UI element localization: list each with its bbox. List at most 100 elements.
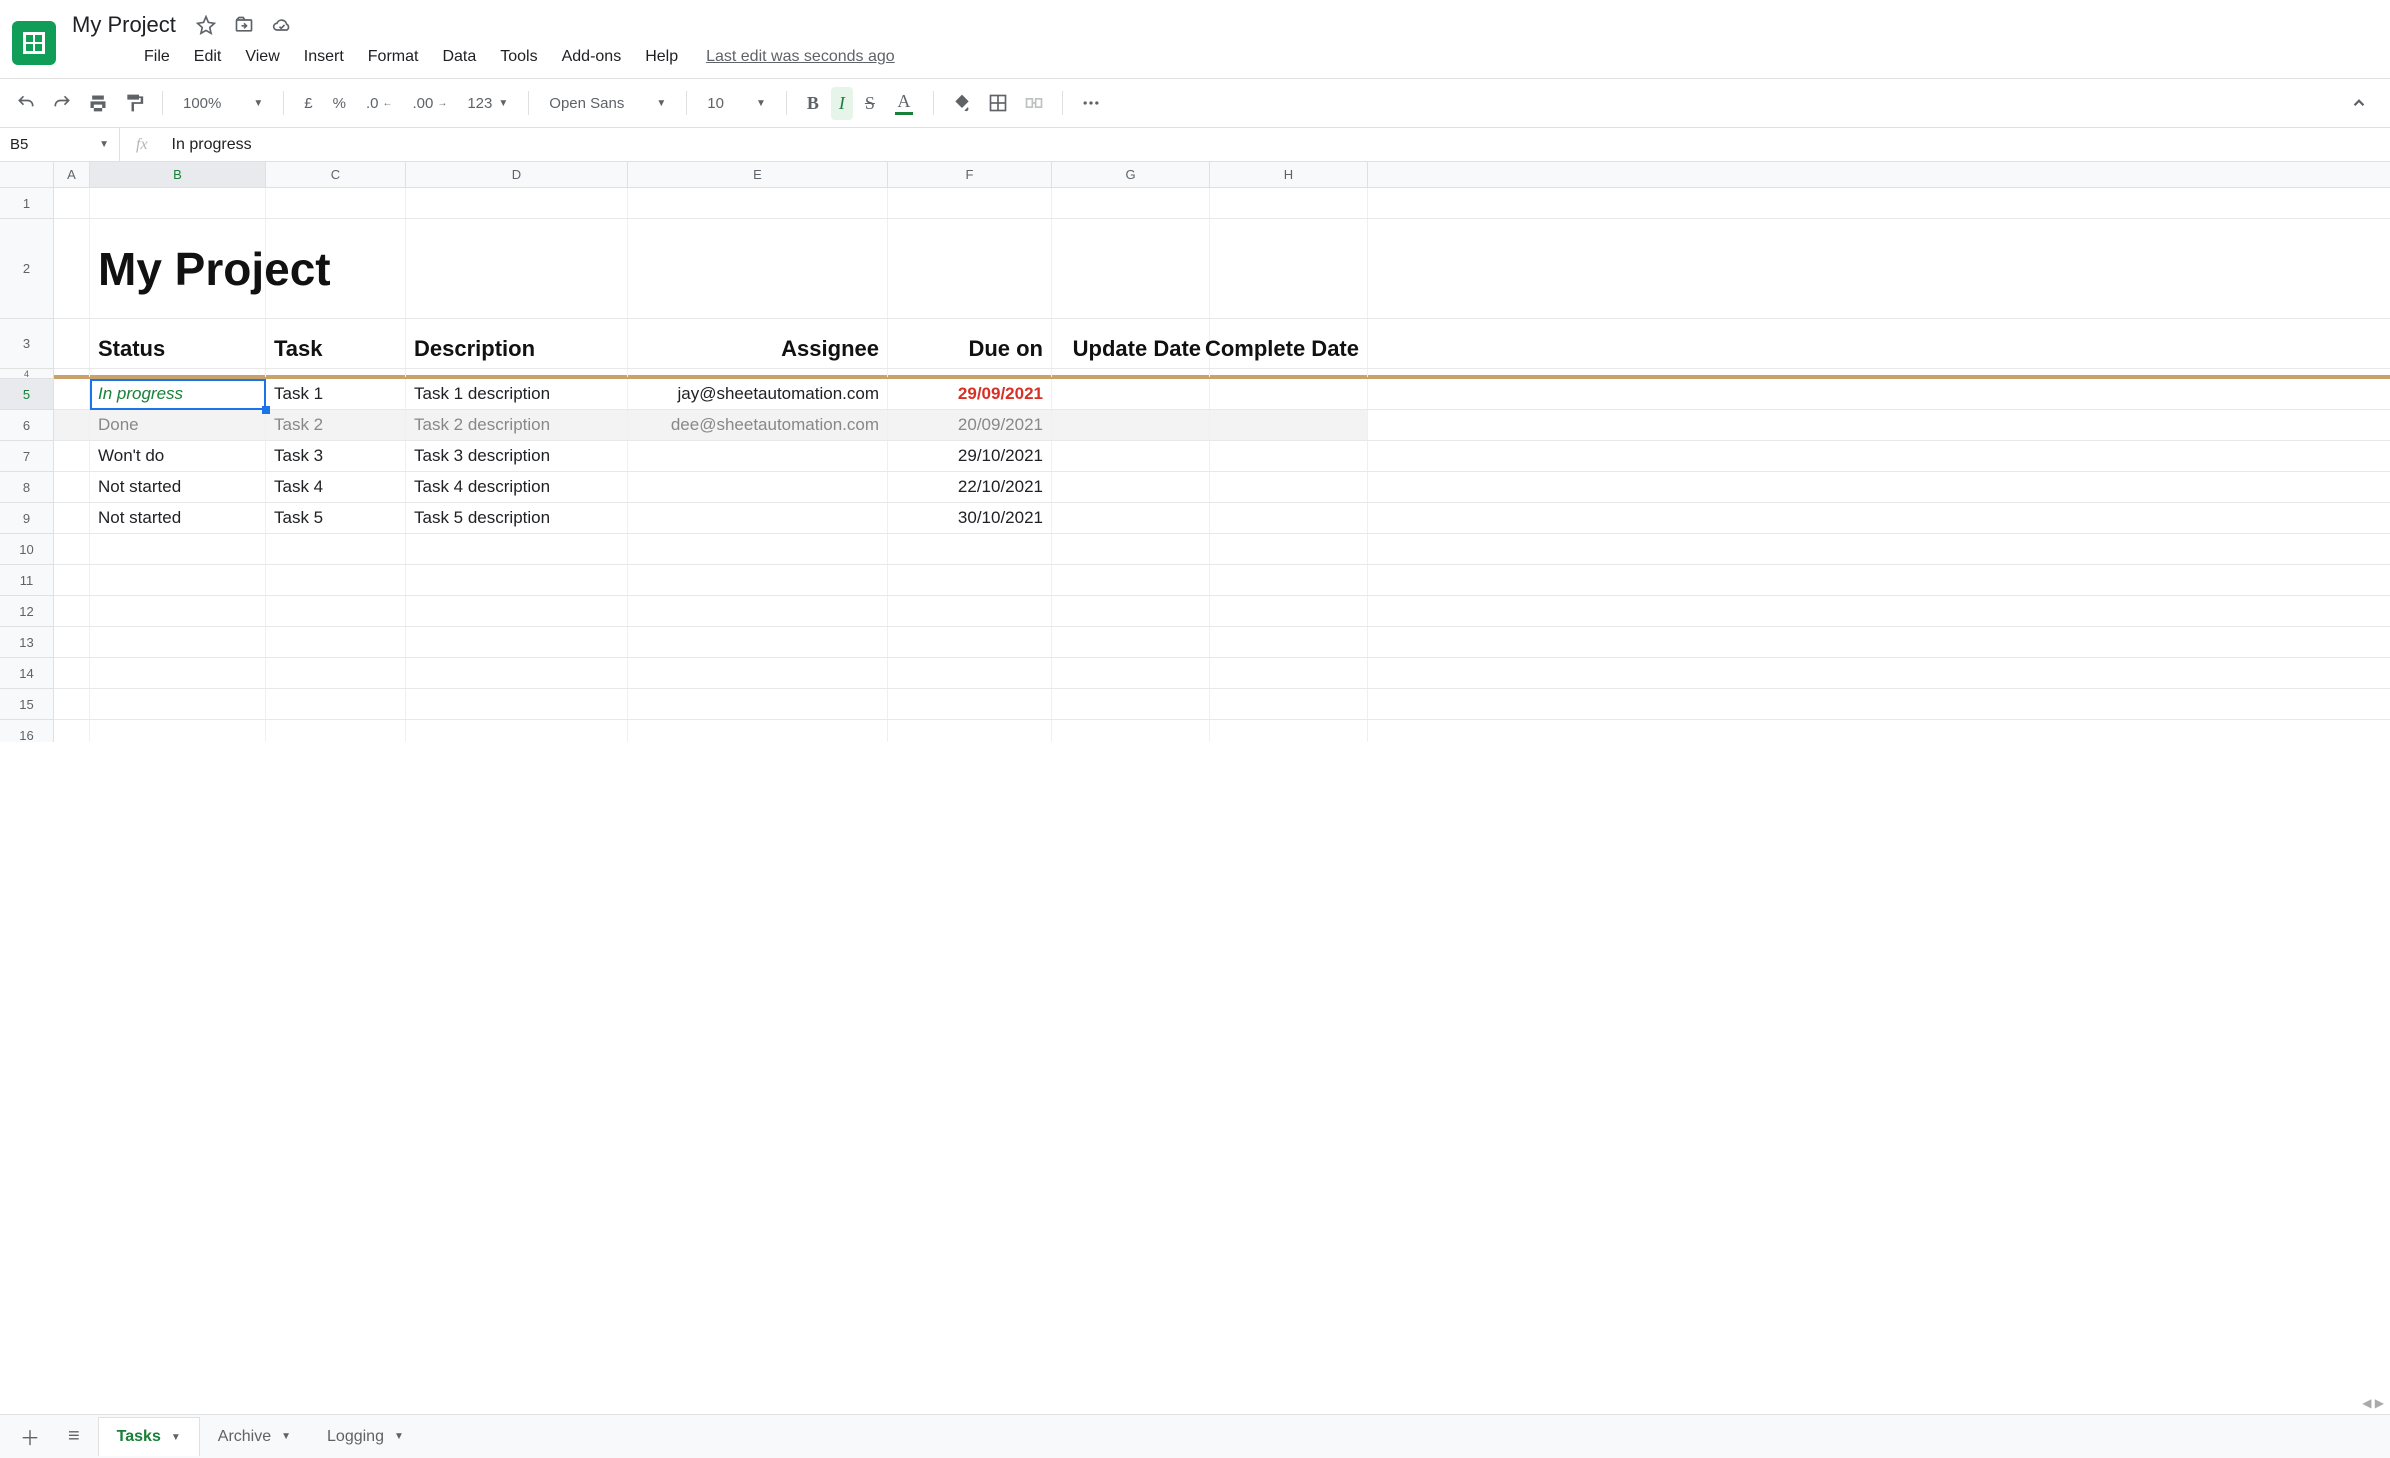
cell[interactable]: Task 3 description — [406, 441, 628, 471]
cell[interactable] — [54, 219, 90, 318]
cell[interactable] — [1210, 596, 1368, 626]
cell[interactable] — [406, 596, 628, 626]
cell[interactable] — [1052, 410, 1210, 440]
sheet-tab-archive[interactable]: Archive▼ — [200, 1417, 309, 1456]
cell[interactable] — [90, 689, 266, 719]
cell[interactable]: Task 1 — [266, 379, 406, 409]
italic-button[interactable]: I — [831, 87, 853, 120]
increase-decimal-button[interactable]: .00→ — [404, 89, 455, 118]
cell[interactable] — [266, 188, 406, 218]
menu-view[interactable]: View — [235, 44, 289, 70]
col-header-d[interactable]: D — [406, 162, 628, 187]
cell[interactable] — [1052, 441, 1210, 471]
cell[interactable]: Not started — [90, 503, 266, 533]
cell[interactable] — [266, 534, 406, 564]
cell[interactable]: Task 5 description — [406, 503, 628, 533]
cell[interactable] — [1052, 596, 1210, 626]
sheets-logo[interactable] — [12, 21, 56, 65]
header-description[interactable]: Description — [406, 319, 628, 368]
header-update-date[interactable]: Update Date — [1052, 319, 1210, 368]
row-header-8[interactable]: 8 — [0, 472, 53, 503]
zoom-select[interactable]: 100%▼ — [175, 91, 271, 116]
cell[interactable] — [406, 627, 628, 657]
header-status[interactable]: Status — [90, 319, 266, 368]
cell[interactable] — [54, 410, 90, 440]
row-header-10[interactable]: 10 — [0, 534, 53, 565]
cell[interactable] — [54, 627, 90, 657]
menu-insert[interactable]: Insert — [294, 44, 354, 70]
cell[interactable] — [888, 627, 1052, 657]
cell[interactable] — [628, 503, 888, 533]
cell[interactable] — [406, 689, 628, 719]
header-complete-date[interactable]: Complete Date — [1210, 319, 1368, 368]
col-header-b[interactable]: B — [90, 162, 266, 187]
cloud-status-icon[interactable] — [272, 15, 292, 35]
cell[interactable]: Won't do — [90, 441, 266, 471]
cell[interactable] — [54, 379, 90, 409]
cell[interactable] — [1052, 658, 1210, 688]
row-header-14[interactable]: 14 — [0, 658, 53, 689]
cell[interactable]: 22/10/2021 — [888, 472, 1052, 502]
cell[interactable] — [888, 534, 1052, 564]
cell[interactable] — [1052, 534, 1210, 564]
cell[interactable] — [54, 565, 90, 595]
cell[interactable] — [1052, 565, 1210, 595]
row-header-7[interactable]: 7 — [0, 441, 53, 472]
name-box[interactable]: B5 ▼ — [0, 128, 120, 161]
row-header-9[interactable]: 9 — [0, 503, 53, 534]
formula-input[interactable] — [164, 136, 2390, 154]
cell[interactable] — [628, 441, 888, 471]
cell[interactable] — [1052, 219, 1210, 318]
cell[interactable]: Task 5 — [266, 503, 406, 533]
cell[interactable] — [1210, 503, 1368, 533]
cell[interactable]: Task 1 description — [406, 379, 628, 409]
document-title[interactable]: My Project — [66, 8, 182, 42]
menu-help[interactable]: Help — [635, 44, 688, 70]
text-color-button[interactable]: A — [887, 85, 921, 121]
cell[interactable] — [1052, 720, 1210, 742]
cell[interactable] — [266, 658, 406, 688]
star-icon[interactable] — [196, 15, 216, 35]
cell[interactable] — [266, 219, 406, 318]
cell[interactable] — [1210, 219, 1368, 318]
cell[interactable] — [406, 565, 628, 595]
cell[interactable] — [406, 658, 628, 688]
cell[interactable] — [266, 627, 406, 657]
select-all-corner[interactable] — [0, 162, 54, 188]
cell[interactable] — [628, 658, 888, 688]
font-size-select[interactable]: 10▼ — [699, 91, 774, 116]
collapse-toolbar-button[interactable] — [2350, 94, 2380, 112]
cell[interactable]: Not started — [90, 472, 266, 502]
cell[interactable] — [1052, 379, 1210, 409]
more-toolbar-button[interactable] — [1075, 87, 1107, 119]
borders-button[interactable] — [982, 87, 1014, 119]
print-button[interactable] — [82, 87, 114, 119]
cell[interactable] — [1052, 503, 1210, 533]
fill-color-button[interactable] — [946, 87, 978, 119]
cell[interactable]: dee@sheetautomation.com — [628, 410, 888, 440]
cell[interactable] — [1210, 565, 1368, 595]
row-header-3[interactable]: 3 — [0, 319, 53, 369]
cell[interactable]: 29/10/2021 — [888, 441, 1052, 471]
cell[interactable] — [54, 658, 90, 688]
row-header-2[interactable]: 2 — [0, 219, 53, 319]
cell[interactable] — [266, 565, 406, 595]
cell[interactable]: 29/09/2021 — [888, 379, 1052, 409]
cell[interactable] — [90, 658, 266, 688]
row-header-13[interactable]: 13 — [0, 627, 53, 658]
cell[interactable] — [54, 472, 90, 502]
col-header-g[interactable]: G — [1052, 162, 1210, 187]
merge-cells-button[interactable] — [1018, 87, 1050, 119]
cell[interactable] — [54, 689, 90, 719]
row-header-15[interactable]: 15 — [0, 689, 53, 720]
header-due[interactable]: Due on — [888, 319, 1052, 368]
cell[interactable] — [266, 596, 406, 626]
cell[interactable] — [628, 472, 888, 502]
strikethrough-button[interactable]: S — [857, 87, 883, 120]
caret-down-icon[interactable]: ▼ — [171, 1432, 181, 1443]
cell[interactable] — [888, 658, 1052, 688]
cell[interactable] — [54, 720, 90, 742]
row-header-16[interactable]: 16 — [0, 720, 53, 742]
header-assignee[interactable]: Assignee — [628, 319, 888, 368]
cell[interactable]: In progress — [90, 379, 266, 409]
